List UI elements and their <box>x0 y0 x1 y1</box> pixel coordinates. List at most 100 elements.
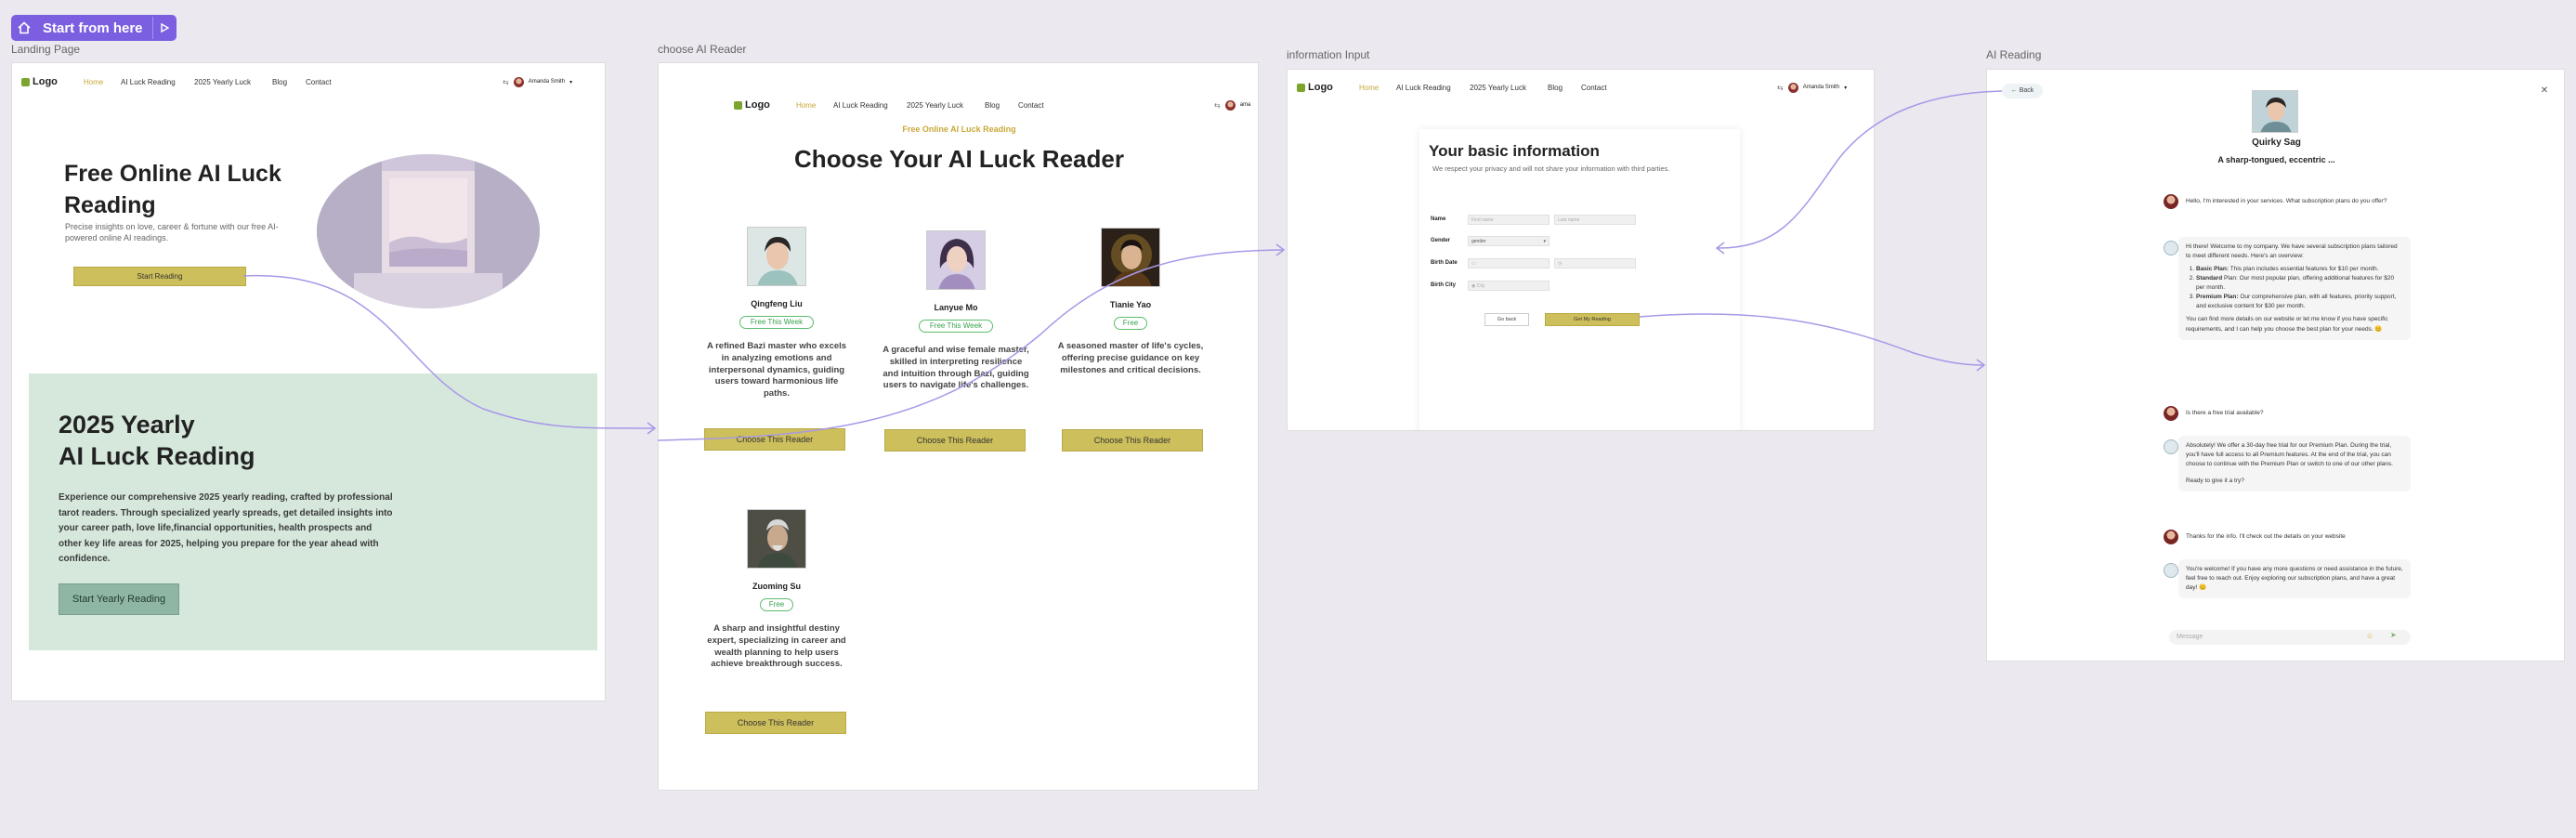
nav-ai-luck-reading[interactable]: AI Luck Reading <box>121 78 176 86</box>
choose-reader-button[interactable]: Choose This Reader <box>704 428 845 451</box>
logo[interactable]: Logo <box>21 76 58 87</box>
logo-icon <box>734 100 742 110</box>
reader-tag: Free This Week <box>739 316 814 329</box>
info-nav: Logo Home AI Luck Reading 2025 Yearly Lu… <box>1288 77 1874 98</box>
yearly-title-line1: 2025 Yearly <box>59 411 195 439</box>
bot-chat-avatar <box>2164 563 2178 578</box>
reader-name: Zuoming Su <box>752 582 801 591</box>
nav-yearly-luck[interactable]: 2025 Yearly Luck <box>1470 84 1526 92</box>
reader-avatar-qingfeng[interactable] <box>747 227 806 286</box>
info-card: Your basic information We respect your p… <box>1419 129 1740 430</box>
bot-message-text: Absolutely! We offer a 30-day free trial… <box>2186 442 2393 468</box>
arrow-left-icon: ← <box>2010 87 2020 94</box>
arrow-head-icon <box>1275 243 1286 256</box>
birth-time-field[interactable]: ◷ <box>1554 258 1636 268</box>
user-name[interactable]: Amanda Smith <box>529 79 565 85</box>
translate-icon[interactable]: ⇆ <box>1777 84 1784 92</box>
home-icon <box>11 15 37 41</box>
birth-date-label: Birth Date <box>1431 260 1458 266</box>
landing-nav: Logo Home AI Luck Reading 2025 Yearly Lu… <box>12 72 605 92</box>
user-chat-avatar <box>2164 194 2178 209</box>
chevron-down-icon[interactable]: ▾ <box>1844 85 1847 91</box>
nav-ai-luck-reading[interactable]: AI Luck Reading <box>833 101 888 110</box>
bot-tagline: A sharp-tongued, eccentric ... <box>2217 155 2335 164</box>
choose-eyebrow: Free Online AI Luck Reading <box>902 124 1016 134</box>
reader-description: A sharp and insightful destiny expert, s… <box>707 623 846 670</box>
name-label: Name <box>1431 216 1446 222</box>
user-name[interactable]: Amanda Smith <box>1803 85 1839 90</box>
reader-description: A refined Bazi master who excels in anal… <box>706 341 847 399</box>
get-my-reading-button[interactable]: Get My Reading <box>1545 313 1640 326</box>
reader-description: A seasoned master of life's cycles, offe… <box>1057 341 1204 375</box>
user-avatar[interactable] <box>513 76 524 87</box>
user-avatar[interactable] <box>1787 82 1798 93</box>
nav-yearly-luck[interactable]: 2025 Yearly Luck <box>194 78 251 86</box>
start-from-here-button[interactable]: Start from here <box>11 15 177 41</box>
close-icon[interactable]: ✕ <box>2537 84 2552 98</box>
user-name[interactable]: ama <box>1240 102 1251 108</box>
logo[interactable]: Logo <box>734 99 770 111</box>
go-back-button[interactable]: Go back <box>1484 313 1529 326</box>
clock-icon: ◷ <box>1558 261 1563 267</box>
translate-icon[interactable]: ⇆ <box>503 78 509 86</box>
nav-blog[interactable]: Blog <box>985 101 1000 110</box>
nav-blog[interactable]: Blog <box>272 78 287 86</box>
nav-home[interactable]: Home <box>84 78 103 86</box>
choose-reader-button[interactable]: Choose This Reader <box>705 712 846 734</box>
translate-icon[interactable]: ⇆ <box>1214 101 1221 110</box>
plan-item: Premium Plan: Our comprehensive plan, wi… <box>2196 293 2403 311</box>
gender-value: gender <box>1471 239 1486 244</box>
birth-city-field[interactable]: ◉ City <box>1468 281 1550 291</box>
logo[interactable]: Logo <box>1297 82 1333 93</box>
bot-message-text: Ready to give it a try? <box>2186 478 2244 485</box>
yearly-section: 2025 Yearly AI Luck Reading Experience o… <box>29 373 597 650</box>
reader-avatar-lanyue[interactable] <box>926 230 986 290</box>
city-placeholder: City <box>1476 283 1485 289</box>
reader-tag: Free <box>760 598 793 611</box>
emoji-icon[interactable]: ☺ <box>2366 632 2373 640</box>
choose-reader-button[interactable]: Choose This Reader <box>1062 429 1203 452</box>
user-message: Hello, I'm interested in your services. … <box>2186 198 2387 204</box>
logo-icon <box>21 77 30 86</box>
reader-avatar-zuoming[interactable] <box>747 509 806 569</box>
user-chat-avatar <box>2164 406 2178 421</box>
frame-label-info: information Input <box>1287 48 1370 61</box>
reader-name: Lanyue Mo <box>934 303 978 312</box>
nav-home[interactable]: Home <box>796 101 816 110</box>
start-reading-button[interactable]: Start Reading <box>73 267 246 286</box>
nav-home[interactable]: Home <box>1359 84 1379 92</box>
first-name-field[interactable]: First name <box>1468 215 1550 225</box>
user-avatar[interactable] <box>1224 99 1236 111</box>
ai-reading-frame: ← Back ✕ Quirky Sag A sharp-tongued, ecc… <box>1986 69 2565 661</box>
birth-city-label: Birth City <box>1431 282 1456 288</box>
nav-ai-luck-reading[interactable]: AI Luck Reading <box>1396 84 1451 92</box>
nav-blog[interactable]: Blog <box>1548 84 1563 92</box>
nav-contact[interactable]: Contact <box>306 78 332 86</box>
choose-title: Choose Your AI Luck Reader <box>794 145 1124 173</box>
reader-avatar-tianie[interactable] <box>1101 228 1160 287</box>
last-name-field[interactable]: Last name <box>1554 215 1636 225</box>
send-icon[interactable]: ➤ <box>2390 631 2397 639</box>
yearly-body: Experience our comprehensive 2025 yearly… <box>59 492 393 564</box>
nav-yearly-luck[interactable]: 2025 Yearly Luck <box>907 101 963 110</box>
arrow-head-icon <box>647 422 657 435</box>
logo-text: Logo <box>33 76 58 87</box>
plan-list: Basic Plan: This plan includes essential… <box>2186 265 2403 311</box>
logo-icon <box>1297 83 1305 92</box>
choose-reader-button[interactable]: Choose This Reader <box>884 429 1026 452</box>
chevron-down-icon[interactable]: ▾ <box>569 79 572 85</box>
plan-item: Standard Plan: Our most popular plan, of… <box>2196 274 2403 293</box>
back-button[interactable]: ← Back <box>2002 84 2043 98</box>
user-message: Thanks for the info. I'll check out the … <box>2186 533 2346 540</box>
start-yearly-reading-button[interactable]: Start Yearly Reading <box>59 583 179 615</box>
play-icon[interactable] <box>152 17 175 39</box>
birth-date-field[interactable]: ▭ <box>1468 258 1550 268</box>
bot-message-outro: You can find more details on our website… <box>2186 316 2388 333</box>
info-subtitle: We respect your privacy and will not sha… <box>1432 164 1670 173</box>
gender-select[interactable]: gender ▾ <box>1468 236 1550 246</box>
nav-contact[interactable]: Contact <box>1018 101 1044 110</box>
nav-contact[interactable]: Contact <box>1581 84 1607 92</box>
choose-nav: Logo Home AI Luck Reading 2025 Yearly Lu… <box>659 95 1258 115</box>
message-input[interactable]: Message <box>2169 630 2411 645</box>
bot-message-intro: Hi there! Welcome to my company. We have… <box>2186 243 2398 260</box>
